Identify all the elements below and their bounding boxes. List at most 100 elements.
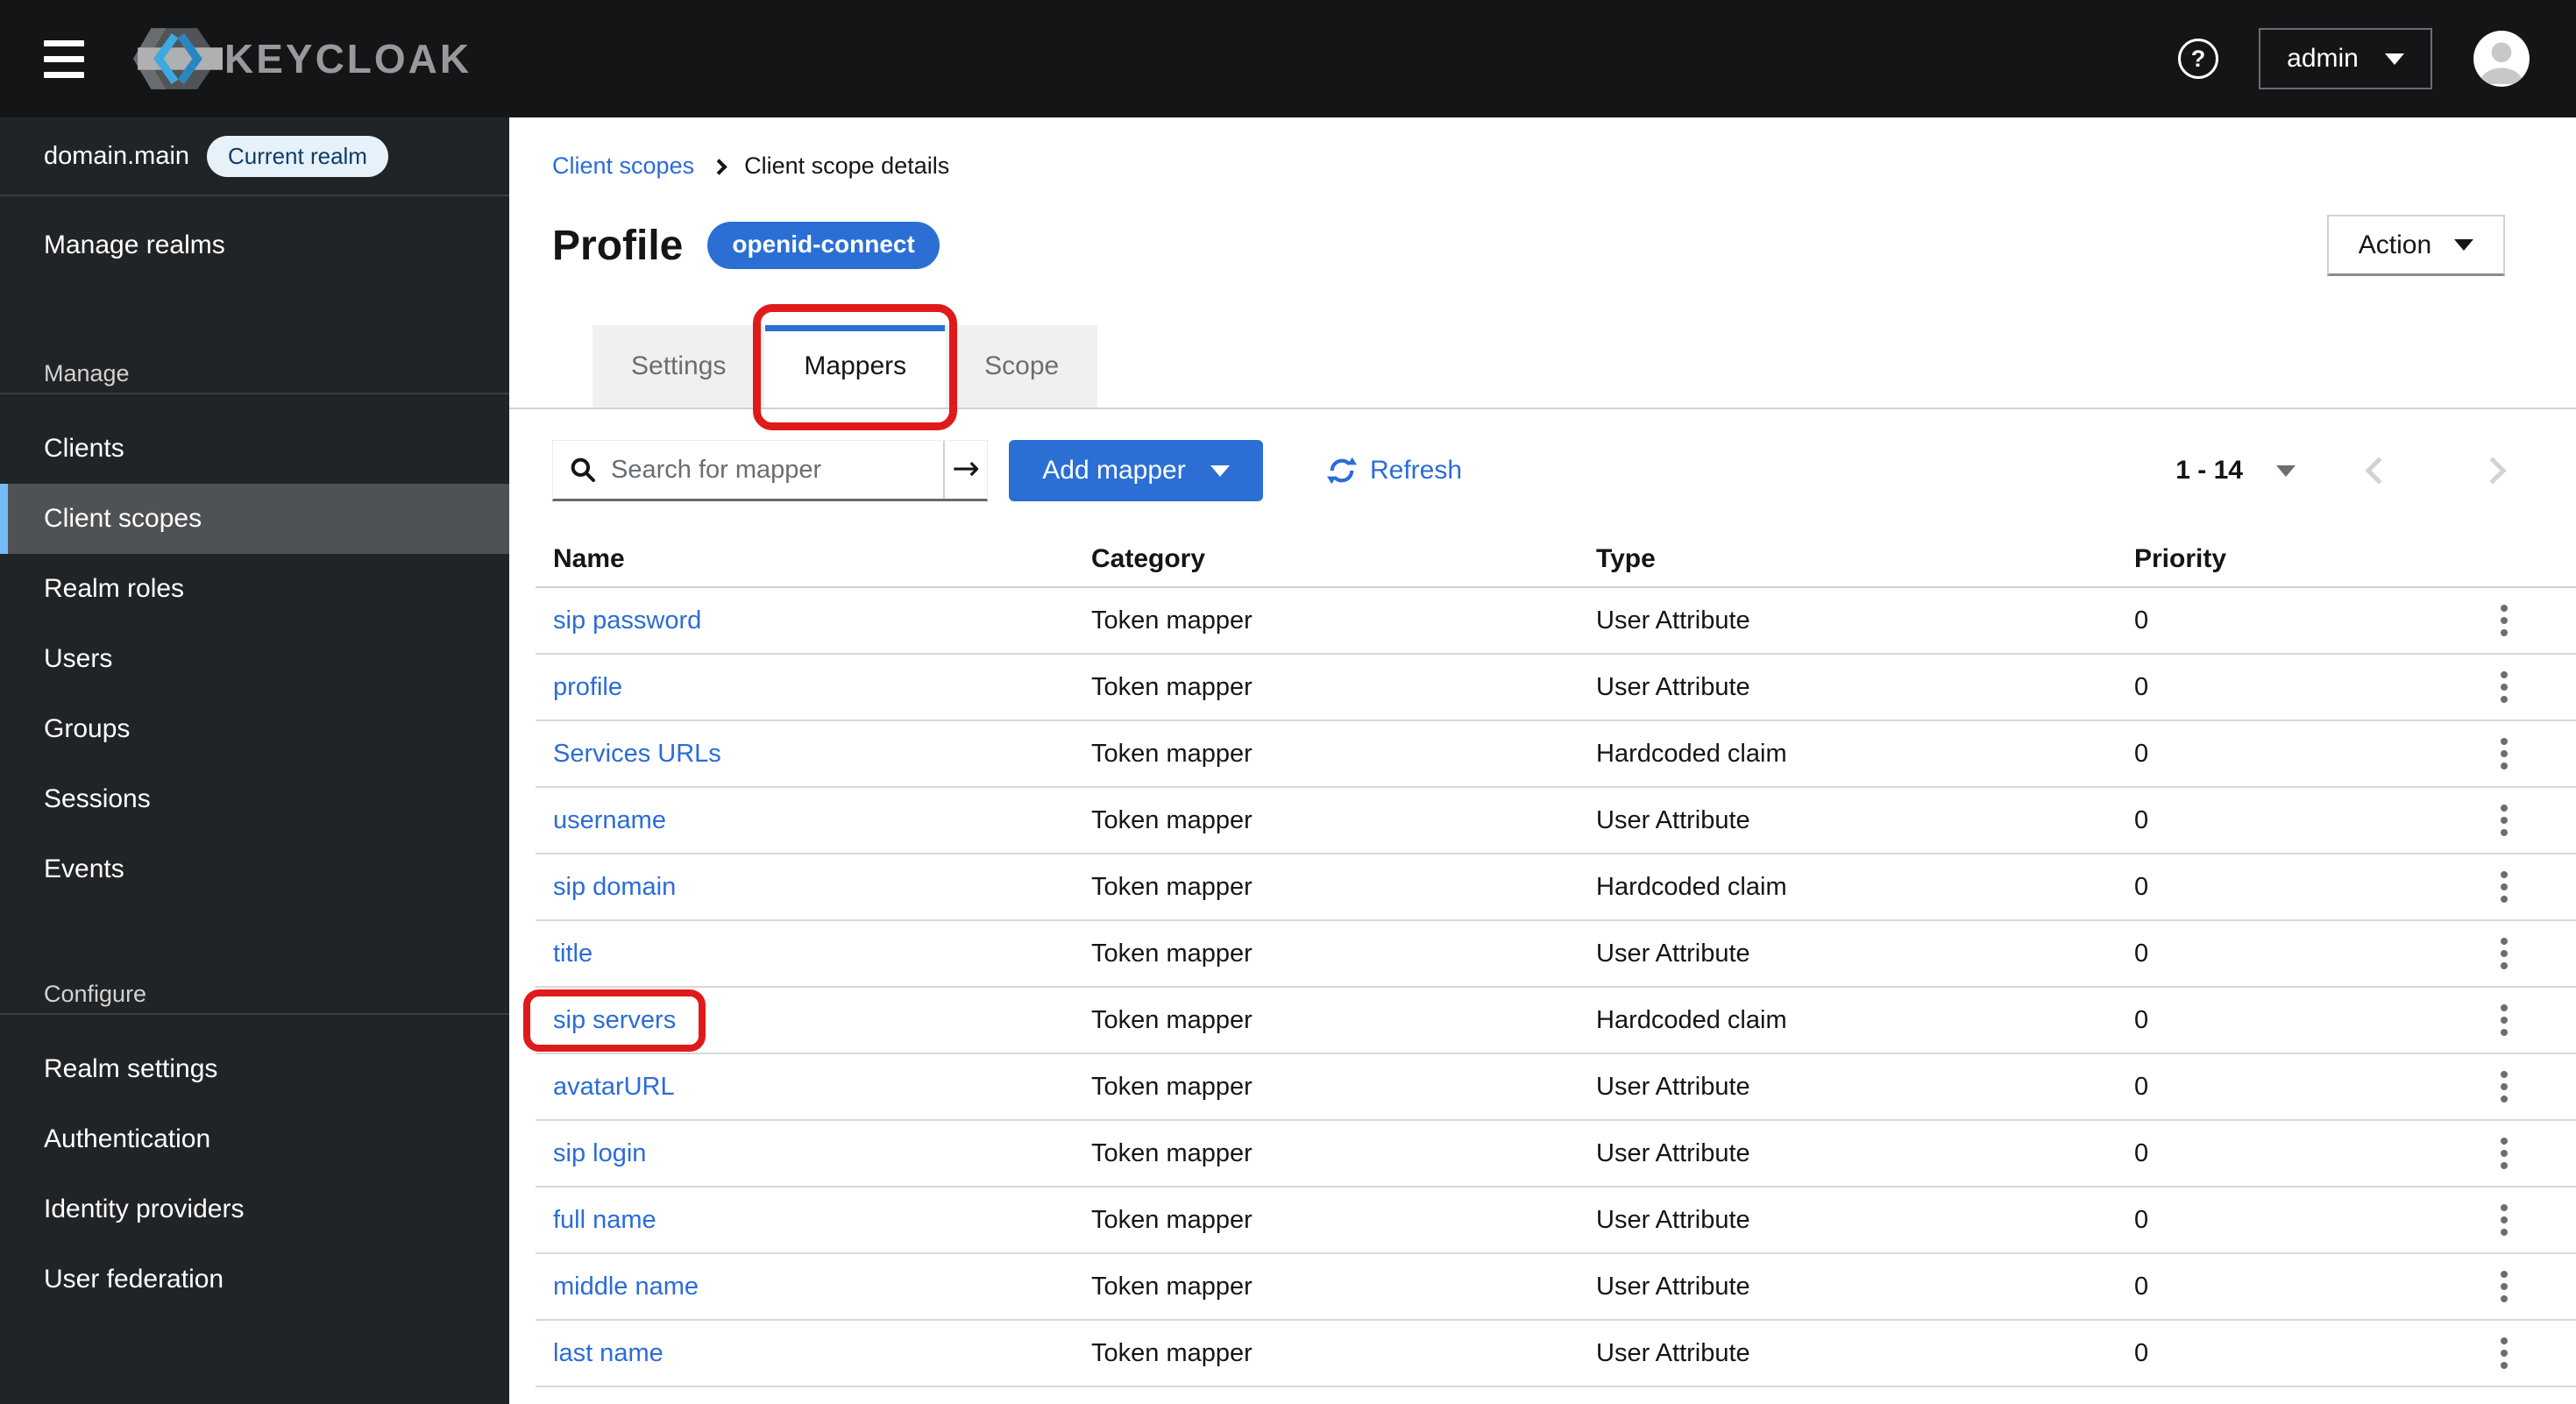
sidebar-group-title: Configure xyxy=(0,975,509,1013)
table-row: middle name Token mapper User Attribute … xyxy=(536,1254,2576,1321)
sidebar-item-events[interactable]: Events xyxy=(0,834,509,904)
mapper-type: User Attribute xyxy=(1579,940,2117,968)
kebab-menu-icon[interactable] xyxy=(2488,1199,2520,1241)
sidebar-group-manage: Manage ClientsClient scopesRealm rolesUse… xyxy=(0,354,509,904)
mapper-category: Token mapper xyxy=(1074,1006,1579,1035)
column-header-type: Type xyxy=(1579,544,2117,574)
mapper-name-link[interactable]: Services URLs xyxy=(553,740,721,768)
previous-page-icon[interactable] xyxy=(2365,457,2392,484)
sidebar-item-manage-realms[interactable]: Manage realms xyxy=(0,210,509,280)
tab-scope[interactable]: Scope xyxy=(946,325,1097,408)
sidebar-item-client-scopes[interactable]: Client scopes xyxy=(0,484,509,554)
pagination-range: 1 - 14 xyxy=(2175,456,2243,486)
kebab-menu-icon[interactable] xyxy=(2488,733,2520,775)
mapper-name-link[interactable]: title xyxy=(553,940,593,968)
sidebar-item-sessions[interactable]: Sessions xyxy=(0,764,509,834)
search-group: → xyxy=(552,440,988,501)
sidebar-item-realm-settings[interactable]: Realm settings xyxy=(0,1034,509,1104)
search-submit-arrow-button[interactable]: → xyxy=(943,441,987,499)
mapper-name-link[interactable]: sip domain xyxy=(553,873,676,901)
tab-mappers[interactable]: Mappers xyxy=(765,325,945,408)
sidebar-item-groups[interactable]: Groups xyxy=(0,694,509,764)
column-header-name: Name xyxy=(536,544,1074,574)
sidebar-item-users[interactable]: Users xyxy=(0,624,509,694)
pagination-options-caret-icon[interactable] xyxy=(2276,465,2296,477)
tab-settings[interactable]: Settings xyxy=(593,325,764,408)
mapper-name-link[interactable]: username xyxy=(553,806,666,834)
table-row: profile Token mapper User Attribute 0 xyxy=(536,655,2576,721)
mapper-priority: 0 xyxy=(2117,806,2432,835)
mapper-type: Hardcoded claim xyxy=(1579,1006,2117,1035)
mapper-priority: 0 xyxy=(2117,740,2432,769)
mappers-table: Name Category Type Priority sip password… xyxy=(536,532,2576,1387)
chevron-down-icon xyxy=(2385,53,2404,65)
mapper-type: User Attribute xyxy=(1579,806,2117,835)
mapper-name-link[interactable]: middle name xyxy=(553,1273,699,1301)
sidebar-item-identity-providers[interactable]: Identity providers xyxy=(0,1174,509,1244)
mapper-name-link[interactable]: sip servers xyxy=(553,1006,676,1034)
search-input[interactable] xyxy=(609,455,943,486)
mapper-type: User Attribute xyxy=(1579,1339,2117,1368)
help-icon[interactable]: ? xyxy=(2178,39,2218,79)
table-row: sip login Token mapper User Attribute 0 xyxy=(536,1121,2576,1188)
nav-toggle-hamburger-icon[interactable] xyxy=(44,40,84,78)
sidebar-group-configure: Configure Realm settingsAuthenticationIde… xyxy=(0,975,509,1315)
main-content: Client scopes Client scope details Profi… xyxy=(509,117,2576,1404)
refresh-link[interactable]: Refresh xyxy=(1326,455,1462,486)
refresh-label: Refresh xyxy=(1370,456,1462,486)
mapper-type: User Attribute xyxy=(1579,1273,2117,1301)
add-mapper-button[interactable]: Add mapper xyxy=(1009,440,1263,501)
mapper-name-link[interactable]: last name xyxy=(553,1339,664,1367)
mapper-name-link[interactable]: avatarURL xyxy=(553,1073,675,1101)
mapper-category: Token mapper xyxy=(1074,1273,1579,1301)
chevron-right-icon xyxy=(711,159,727,174)
mapper-priority: 0 xyxy=(2117,1139,2432,1168)
table-row: sip password Token mapper User Attribute… xyxy=(536,588,2576,655)
mapper-name-link[interactable]: sip login xyxy=(553,1139,646,1167)
keycloak-admin-console: KEYCLOAK ? admin domain.main Current rea… xyxy=(0,0,2576,1404)
kebab-menu-icon[interactable] xyxy=(2488,599,2520,642)
kebab-menu-icon[interactable] xyxy=(2488,932,2520,975)
mapper-name-link[interactable]: sip password xyxy=(553,606,701,635)
table-header-row: Name Category Type Priority xyxy=(536,532,2576,588)
mapper-category: Token mapper xyxy=(1074,1139,1579,1168)
kebab-menu-icon[interactable] xyxy=(2488,666,2520,708)
tab-bar: SettingsMappersScope xyxy=(509,325,2576,409)
kebab-menu-icon[interactable] xyxy=(2488,866,2520,908)
mapper-name-link[interactable]: full name xyxy=(553,1206,656,1234)
action-dropdown-button[interactable]: Action xyxy=(2327,215,2505,276)
kebab-menu-icon[interactable] xyxy=(2488,1066,2520,1108)
mapper-type: User Attribute xyxy=(1579,1139,2117,1168)
user-dropdown[interactable]: admin xyxy=(2259,28,2432,89)
sidebar-nav: Manage realms Manage ClientsClient scopes… xyxy=(0,210,509,1315)
breadcrumb-client-scopes-link[interactable]: Client scopes xyxy=(552,152,694,180)
table-body: sip password Token mapper User Attribute… xyxy=(536,588,2576,1387)
kebab-menu-icon[interactable] xyxy=(2488,1132,2520,1174)
mapper-priority: 0 xyxy=(2117,1006,2432,1035)
sidebar-item-clients[interactable]: Clients xyxy=(0,414,509,484)
mapper-type: User Attribute xyxy=(1579,1073,2117,1102)
kebab-menu-icon[interactable] xyxy=(2488,999,2520,1041)
table-row: Services URLs Token mapper Hardcoded cla… xyxy=(536,721,2576,788)
table-row: sip servers Token mapper Hardcoded claim… xyxy=(536,988,2576,1054)
mapper-priority: 0 xyxy=(2117,873,2432,902)
sidebar-group-title: Manage xyxy=(0,354,509,393)
mapper-type: Hardcoded claim xyxy=(1579,740,2117,769)
next-page-icon[interactable] xyxy=(2479,457,2506,484)
sidebar-item-authentication[interactable]: Authentication xyxy=(0,1104,509,1174)
realm-switcher[interactable]: domain.main Current realm xyxy=(0,117,509,196)
mapper-name-link[interactable]: profile xyxy=(553,673,622,701)
sidebar-item-realm-roles[interactable]: Realm roles xyxy=(0,554,509,624)
sidebar-item-user-federation[interactable]: User federation xyxy=(0,1244,509,1315)
avatar[interactable] xyxy=(2473,30,2530,88)
kebab-menu-icon[interactable] xyxy=(2488,1332,2520,1374)
mapper-category: Token mapper xyxy=(1074,740,1579,769)
column-header-priority: Priority xyxy=(2117,544,2432,574)
page-title: Profile xyxy=(552,222,683,270)
sidebar: domain.main Current realm Manage realms … xyxy=(0,117,509,1404)
brand-text: KEYCLOAK xyxy=(224,35,472,82)
kebab-menu-icon[interactable] xyxy=(2488,799,2520,841)
realm-name: domain.main xyxy=(44,142,189,171)
mapper-category: Token mapper xyxy=(1074,1339,1579,1368)
kebab-menu-icon[interactable] xyxy=(2488,1266,2520,1308)
